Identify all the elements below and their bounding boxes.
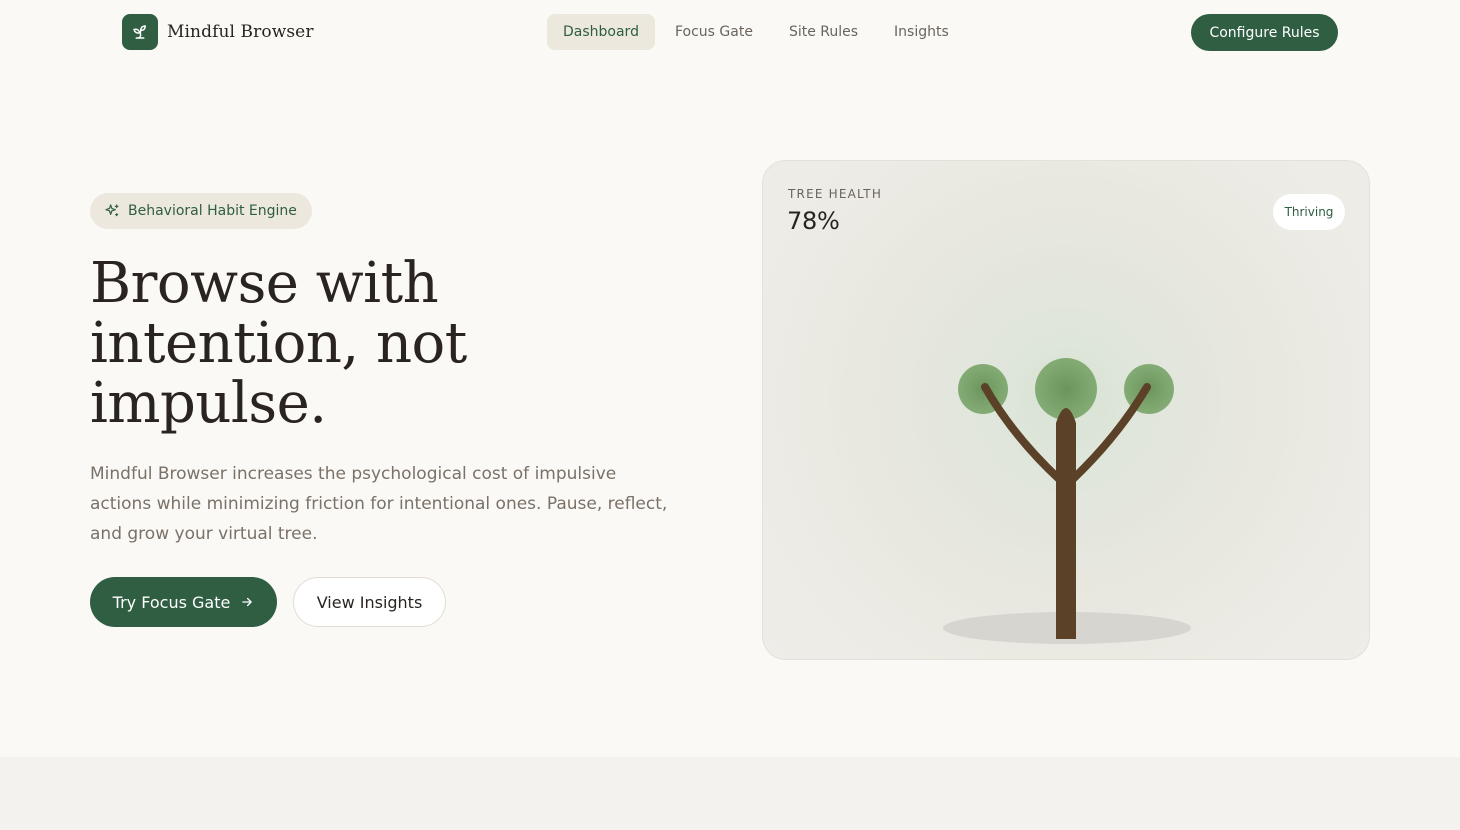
hero-title-line-3: impulse. bbox=[90, 371, 327, 436]
configure-rules-button[interactable]: Configure Rules bbox=[1191, 14, 1338, 51]
nav-link-insights[interactable]: Insights bbox=[878, 14, 965, 50]
tree-health-label: TREE HEALTH bbox=[788, 187, 883, 201]
hero-title-line-1: Browse with bbox=[90, 251, 439, 316]
brand-name: Mindful Browser bbox=[167, 22, 314, 42]
nav-link-dashboard[interactable]: Dashboard bbox=[547, 14, 655, 50]
arrow-right-icon bbox=[240, 595, 254, 609]
top-nav: Mindful Browser Dashboard Focus Gate Sit… bbox=[0, 0, 1460, 64]
try-focus-gate-label: Try Focus Gate bbox=[112, 592, 231, 612]
tree-illustration bbox=[943, 358, 1191, 644]
hero-description: Mindful Browser increases the psychologi… bbox=[90, 464, 668, 544]
hero-title: Browse with intention, not impulse. bbox=[90, 254, 650, 434]
brand[interactable]: Mindful Browser bbox=[122, 14, 314, 50]
feature-badge-label: Behavioral Habit Engine bbox=[128, 203, 297, 219]
nav-link-site-rules[interactable]: Site Rules bbox=[773, 14, 874, 50]
tree-health-value: 78% bbox=[787, 207, 840, 235]
tree-health-card: TREE HEALTH 78% Thriving bbox=[762, 160, 1370, 660]
view-insights-button[interactable]: View Insights bbox=[293, 577, 446, 627]
nav-links: Dashboard Focus Gate Site Rules Insights bbox=[547, 14, 969, 50]
sprout-icon bbox=[122, 14, 158, 50]
next-section-band bbox=[0, 757, 1460, 830]
sparkles-icon bbox=[104, 203, 120, 219]
try-focus-gate-button[interactable]: Try Focus Gate bbox=[90, 577, 277, 627]
tree-trunk bbox=[981, 383, 1151, 639]
nav-link-focus-gate[interactable]: Focus Gate bbox=[659, 14, 769, 50]
feature-badge: Behavioral Habit Engine bbox=[90, 193, 312, 229]
hero-title-line-2: intention, not bbox=[90, 311, 467, 376]
tree-status-badge: Thriving bbox=[1273, 194, 1345, 230]
